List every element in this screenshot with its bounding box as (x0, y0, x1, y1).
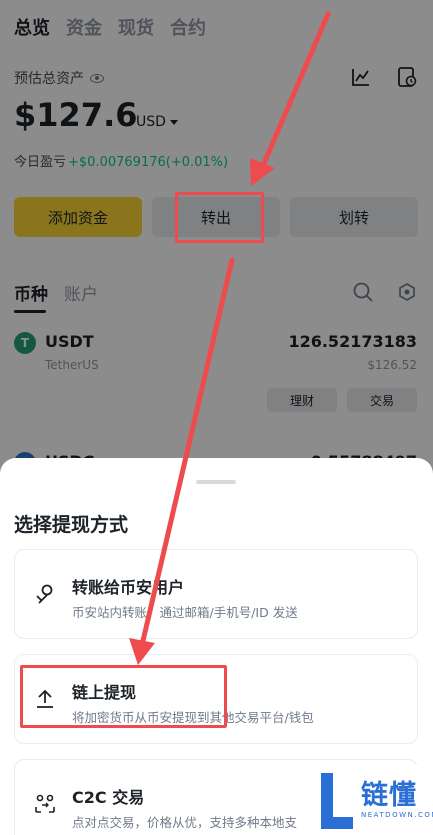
watermark-logo-icon (321, 773, 353, 829)
send-user-icon (36, 584, 53, 604)
c2c-icon (35, 794, 55, 813)
watermark-url: NEATDOWN.COM (361, 811, 433, 819)
sheet-title: 选择提现方式 (14, 514, 129, 536)
option-desc: 点对点交易，价格从优，支持多种本地支 (72, 815, 298, 830)
option-title: 转账给币安用户 (72, 578, 185, 597)
sheet-handle[interactable] (196, 480, 236, 484)
watermark-text: 链懂 (361, 780, 417, 811)
option-internal-transfer[interactable]: 转账给币安用户 币安站内转账，通过邮箱/手机号/ID 发送 (14, 549, 418, 639)
onchain-highlight-box (20, 665, 227, 728)
option-title: C2C 交易 (72, 788, 145, 807)
watermark: 链懂 NEATDOWN.COM (315, 765, 433, 835)
option-desc: 币安站内转账，通过邮箱/手机号/ID 发送 (72, 605, 298, 620)
withdraw-highlight-box (175, 192, 264, 243)
